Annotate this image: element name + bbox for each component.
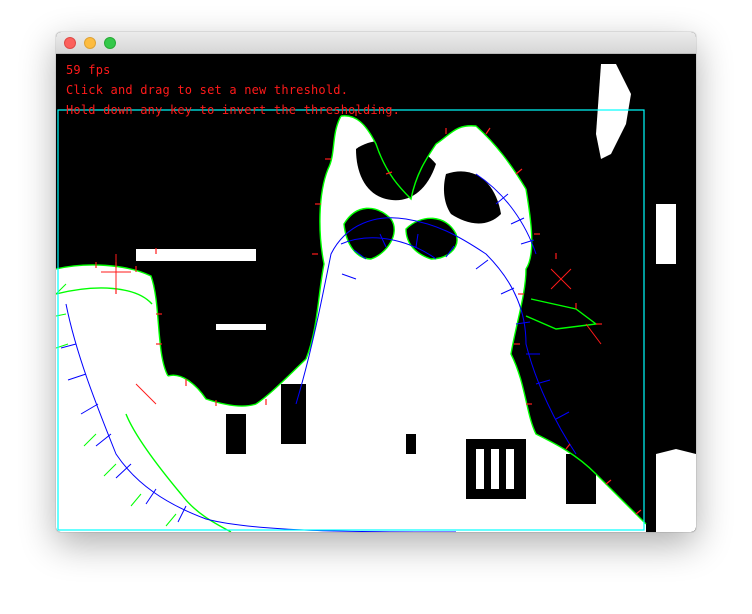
instruction-invert: Hold down any key to invert the threshol… xyxy=(66,103,401,117)
close-button[interactable] xyxy=(64,37,76,49)
speck xyxy=(136,249,256,261)
foreground-blob-right-edge xyxy=(656,449,696,532)
app-window: 59 fps Click and drag to set a new thres… xyxy=(56,32,696,532)
maximize-button[interactable] xyxy=(104,37,116,49)
instruction-threshold: Click and drag to set a new threshold. xyxy=(66,83,349,97)
fps-counter: 59 fps xyxy=(66,63,111,77)
title-bar[interactable] xyxy=(56,32,696,54)
threshold-canvas[interactable]: 59 fps Click and drag to set a new thres… xyxy=(56,54,696,532)
contour-visualization xyxy=(56,54,696,532)
speck xyxy=(656,204,676,264)
minimize-button[interactable] xyxy=(84,37,96,49)
speck xyxy=(216,324,266,330)
